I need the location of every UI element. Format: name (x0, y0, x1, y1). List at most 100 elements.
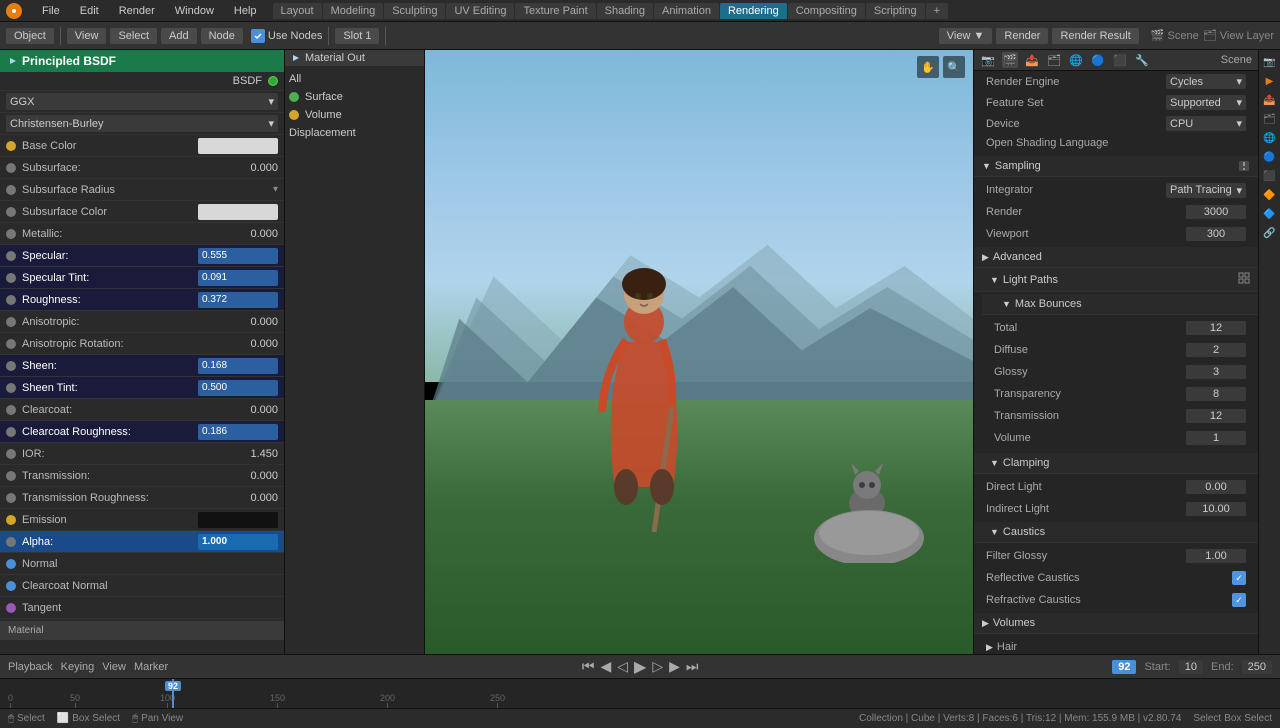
prev-frame-btn[interactable]: ◀ (600, 658, 611, 675)
sampling-info-icon[interactable] (1238, 160, 1250, 172)
subsurface-radius-expand[interactable]: ▾ (273, 184, 278, 195)
prop-roughness[interactable]: Roughness: 0.372 (0, 289, 284, 311)
transparency-bounces-value[interactable]: 8 (1186, 387, 1246, 401)
sidebar-render-icon[interactable]: ▶ (1262, 73, 1278, 89)
render-samples-value[interactable]: 3000 (1186, 205, 1246, 219)
prev-keyframe-btn[interactable]: ◁ (617, 658, 628, 675)
anisotropic-value[interactable]: 0.000 (218, 316, 278, 328)
diffuse-bounces-value[interactable]: 2 (1186, 343, 1246, 357)
sidebar-output-icon[interactable]: 📤 (1262, 92, 1278, 108)
render-viewport[interactable]: ✋ 🔍 (425, 50, 973, 654)
menu-help[interactable]: Help (230, 5, 261, 17)
distribution-dropdown[interactable]: GGX ▾ (6, 93, 278, 110)
toolbar-object[interactable]: Object (6, 28, 54, 44)
scene-icon[interactable]: 🌐 (1068, 52, 1084, 68)
prop-transmission-roughness[interactable]: Transmission Roughness: 0.000 (0, 487, 284, 509)
magnify-btn[interactable]: 🔍 (943, 56, 965, 78)
roughness-bar[interactable]: 0.372 (198, 292, 278, 308)
workspace-uv-editing[interactable]: UV Editing (446, 3, 514, 19)
sampling-section-header[interactable]: ▼ Sampling (974, 156, 1258, 177)
marker-btn[interactable]: Marker (134, 661, 168, 673)
workspace-rendering[interactable]: Rendering (720, 3, 787, 19)
feature-set-dropdown[interactable]: Supported ▾ (1166, 95, 1246, 110)
clearcoat-roughness-bar[interactable]: 0.186 (198, 424, 278, 440)
prop-anisotropic[interactable]: Anisotropic: 0.000 (0, 311, 284, 333)
transmission-roughness-value[interactable]: 0.000 (218, 492, 278, 504)
camera-icon[interactable]: 📷 (980, 52, 996, 68)
sheen-tint-bar[interactable]: 0.500 (198, 380, 278, 396)
advanced-section-header[interactable]: ▶ Advanced (974, 247, 1258, 268)
toolbar-view2[interactable]: View ▼ (939, 28, 993, 44)
sidebar-scene-icon2[interactable]: 🌐 (1262, 130, 1278, 146)
glossy-bounces-value[interactable]: 3 (1186, 365, 1246, 379)
next-keyframe-btn[interactable]: ▷ (652, 658, 663, 675)
clamping-section-header[interactable]: ▼ Clamping (974, 453, 1258, 474)
sss-dropdown[interactable]: Christensen-Burley ▾ (6, 115, 278, 132)
prop-tangent[interactable]: Tangent (0, 597, 284, 619)
modifier-icon[interactable]: 🔧 (1134, 52, 1150, 68)
subsurface-value[interactable]: 0.000 (218, 162, 278, 174)
keying-btn[interactable]: Keying (61, 661, 95, 673)
sheen-bar[interactable]: 0.168 (198, 358, 278, 374)
playback-btn[interactable]: Playback (8, 661, 53, 673)
use-nodes-checkbox[interactable] (251, 29, 265, 43)
sidebar-constraints-icon[interactable]: 🔗 (1262, 225, 1278, 241)
material-tab[interactable]: Material (0, 621, 284, 640)
workspace-modeling[interactable]: Modeling (323, 3, 384, 19)
distribution-row[interactable]: GGX ▾ (0, 91, 284, 113)
workspace-compositing[interactable]: Compositing (788, 3, 865, 19)
sidebar-particles-icon[interactable]: 🔶 (1262, 187, 1278, 203)
toolbar-render-result[interactable]: Render Result (1052, 28, 1138, 44)
mat-out-displacement[interactable]: Displacement (285, 124, 424, 142)
mat-out-surface[interactable]: Surface (285, 88, 424, 106)
specular-tint-bar[interactable]: 0.091 (198, 270, 278, 286)
prop-clearcoat[interactable]: Clearcoat: 0.000 (0, 399, 284, 421)
refractive-caustics-checkbox[interactable]: ✓ (1232, 593, 1246, 607)
prop-transmission[interactable]: Transmission: 0.000 (0, 465, 284, 487)
prop-specular[interactable]: Specular: 0.555 (0, 245, 284, 267)
alpha-bar[interactable]: 1.000 (198, 534, 278, 550)
toolbar-add[interactable]: Add (161, 28, 197, 44)
toolbar-select[interactable]: Select (110, 28, 157, 44)
transmission-bounces-value[interactable]: 12 (1186, 409, 1246, 423)
end-frame[interactable]: 250 (1242, 660, 1272, 674)
prop-subsurface-radius[interactable]: Subsurface Radius ▾ (0, 179, 284, 201)
workspace-scripting[interactable]: Scripting (866, 3, 925, 19)
light-paths-grid-icon[interactable] (1238, 272, 1250, 287)
prop-metallic[interactable]: Metallic: 0.000 (0, 223, 284, 245)
toolbar-slot[interactable]: Slot 1 (335, 28, 379, 44)
volume-bounces-value[interactable]: 1 (1186, 431, 1246, 445)
integrator-dropdown[interactable]: Path Tracing ▾ (1166, 183, 1246, 198)
mat-out-all[interactable]: All (285, 70, 424, 88)
prop-alpha[interactable]: Alpha: 1.000 (0, 531, 284, 553)
play-btn[interactable]: ▶ (634, 657, 646, 677)
prop-clearcoat-roughness[interactable]: Clearcoat Roughness: 0.186 (0, 421, 284, 443)
mat-out-volume[interactable]: Volume (285, 106, 424, 124)
sidebar-view-layer-icon[interactable]: 🗂 (1262, 111, 1278, 127)
base-color-field[interactable] (198, 138, 278, 154)
prop-sheen[interactable]: Sheen: 0.168 (0, 355, 284, 377)
toolbar-node[interactable]: Node (201, 28, 243, 44)
filter-glossy-value[interactable]: 1.00 (1186, 549, 1246, 563)
transmission-value[interactable]: 0.000 (218, 470, 278, 482)
sidebar-world-icon[interactable]: 🔵 (1262, 149, 1278, 165)
workspace-layout[interactable]: Layout (273, 3, 322, 19)
timeline-ruler-area[interactable]: 0 50 100 150 200 250 (0, 679, 1280, 708)
clearcoat-value[interactable]: 0.000 (218, 404, 278, 416)
sidebar-object-icon2[interactable]: ⬛ (1262, 168, 1278, 184)
workspace-add[interactable]: + (926, 3, 948, 19)
indirect-light-value[interactable]: 10.00 (1186, 502, 1246, 516)
prop-sheen-tint[interactable]: Sheen Tint: 0.500 (0, 377, 284, 399)
start-frame[interactable]: 10 (1179, 660, 1203, 674)
prop-emission[interactable]: Emission (0, 509, 284, 531)
menu-window[interactable]: Window (171, 5, 218, 17)
viewport-samples-value[interactable]: 300 (1186, 227, 1246, 241)
max-bounces-header[interactable]: ▼ Max Bounces (982, 294, 1258, 315)
prop-anisotropic-rotation[interactable]: Anisotropic Rotation: 0.000 (0, 333, 284, 355)
prop-base-color[interactable]: Base Color (0, 135, 284, 157)
sidebar-camera-icon[interactable]: 📷 (1262, 54, 1278, 70)
toolbar-view[interactable]: View (67, 28, 107, 44)
ior-value[interactable]: 1.450 (218, 448, 278, 460)
metallic-value[interactable]: 0.000 (218, 228, 278, 240)
workspace-texture-paint[interactable]: Texture Paint (515, 3, 595, 19)
